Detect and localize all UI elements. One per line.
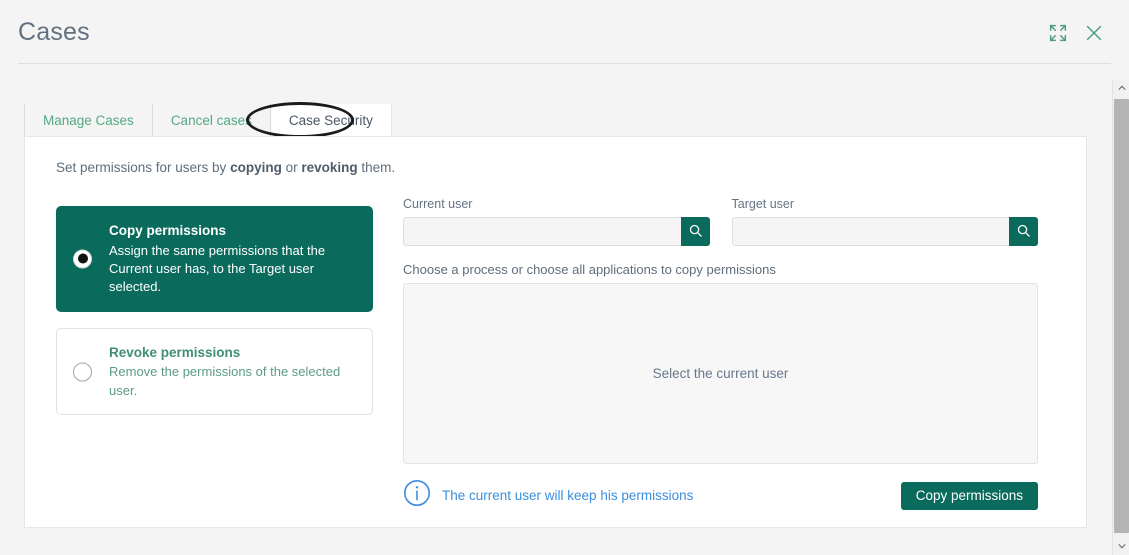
current-user-label: Current user xyxy=(403,197,473,211)
target-user-label: Target user xyxy=(731,197,795,211)
process-selector-label: Choose a process or choose all applicati… xyxy=(403,262,776,277)
tab-label: Cancel cases xyxy=(170,112,252,128)
current-user-search-button[interactable] xyxy=(680,217,710,246)
option-copy-permissions[interactable]: Copy permissions Assign the same permiss… xyxy=(56,206,373,312)
intro-middle: or xyxy=(281,160,302,175)
option-title: Copy permissions xyxy=(109,223,227,238)
chevron-down-icon xyxy=(1117,538,1127,555)
intro-bold-revoking: revoking xyxy=(301,160,358,175)
target-user-field: Target user xyxy=(731,197,1038,246)
option-description: Remove the permissions of the selected u… xyxy=(109,364,341,398)
process-selection-area[interactable]: Select the current user xyxy=(403,283,1038,464)
header-actions xyxy=(1047,22,1105,44)
header-divider xyxy=(18,63,1111,64)
copy-permissions-button[interactable]: Copy permissions xyxy=(900,481,1038,510)
current-user-input[interactable] xyxy=(403,217,681,246)
current-user-field: Current user xyxy=(403,197,710,246)
target-user-input[interactable] xyxy=(731,217,1009,246)
tab-cancel-cases[interactable]: Cancel cases xyxy=(153,104,271,136)
tab-label: Case Security xyxy=(288,112,373,128)
intro-text: Set permissions for users by copying or … xyxy=(56,160,395,175)
tab-manage-cases[interactable]: Manage Cases xyxy=(24,104,153,136)
tab-bar: Manage Cases Cancel cases Case Security xyxy=(24,104,392,136)
intro-suffix: them. xyxy=(357,160,396,175)
vertical-scrollbar[interactable] xyxy=(1112,80,1129,555)
tab-label: Manage Cases xyxy=(43,112,134,128)
permission-mode-options: Copy permissions Assign the same permiss… xyxy=(56,206,373,416)
scroll-down-button[interactable] xyxy=(1113,538,1129,555)
info-message: The current user will keep his permissio… xyxy=(403,479,693,512)
current-user-input-group xyxy=(403,217,710,246)
process-empty-message: Select the current user xyxy=(652,366,789,381)
window-header: Cases xyxy=(0,0,1129,64)
scroll-up-button[interactable] xyxy=(1113,80,1129,97)
intro-prefix: Set permissions for users by xyxy=(56,160,231,175)
permissions-form: Current user Target user Choose a proces… xyxy=(403,197,1038,512)
radio-copy-permissions[interactable] xyxy=(73,249,92,269)
target-user-search-button[interactable] xyxy=(1009,217,1038,246)
search-icon xyxy=(1016,223,1031,241)
user-fields-row: Current user Target user xyxy=(403,197,1038,246)
expand-icon[interactable] xyxy=(1047,22,1069,44)
target-user-input-group xyxy=(731,217,1038,246)
scrollbar-thumb[interactable] xyxy=(1114,99,1129,533)
option-revoke-permissions[interactable]: Revoke permissions Remove the permission… xyxy=(56,327,373,416)
radio-revoke-permissions[interactable] xyxy=(73,362,92,382)
info-icon xyxy=(403,479,431,512)
case-security-panel: Set permissions for users by copying or … xyxy=(24,136,1087,528)
chevron-up-icon xyxy=(1117,80,1127,98)
page-title: Cases xyxy=(18,18,90,46)
panel-footer: The current user will keep his permissio… xyxy=(403,479,1038,512)
tab-case-security[interactable]: Case Security xyxy=(270,104,392,136)
search-icon xyxy=(688,223,703,241)
option-title: Revoke permissions xyxy=(109,344,241,360)
intro-bold-copying: copying xyxy=(230,160,282,175)
close-icon[interactable] xyxy=(1083,22,1105,44)
info-text: The current user will keep his permissio… xyxy=(442,488,694,503)
option-description: Assign the same permissions that the Cur… xyxy=(109,242,326,295)
